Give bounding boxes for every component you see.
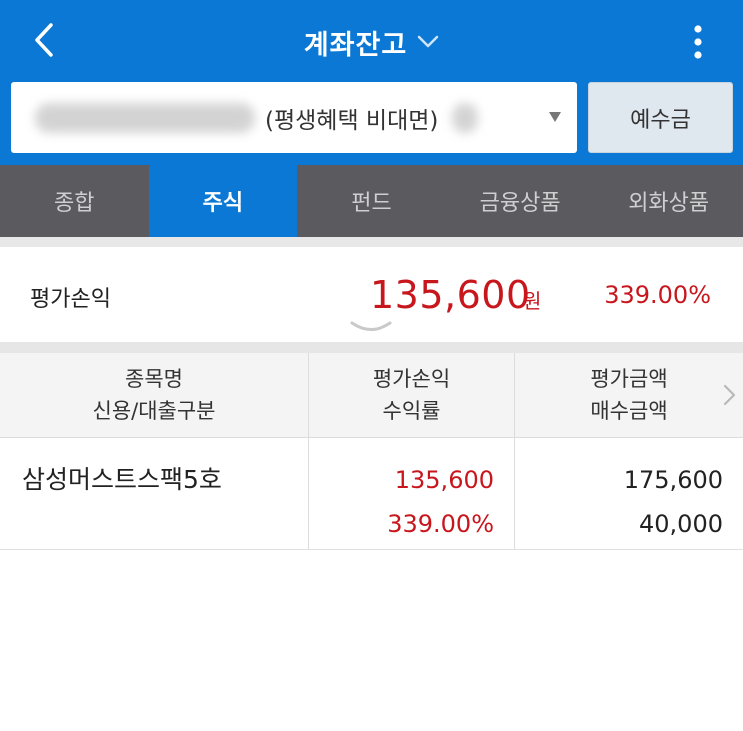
stock-eval-amount: 175,600 bbox=[623, 466, 723, 494]
tab-funds[interactable]: 펀드 bbox=[297, 165, 446, 237]
chevron-down-icon bbox=[417, 35, 439, 48]
chevron-left-icon bbox=[35, 23, 53, 57]
masked-account-suffix bbox=[452, 102, 479, 133]
stock-name: 삼성머스트스팩5호 bbox=[22, 465, 222, 494]
collapse-handle[interactable] bbox=[350, 319, 392, 333]
column-header-amount: 평가금액 매수금액 bbox=[590, 367, 668, 423]
holdings-table: 종목명 신용/대출구분 평가손익 수익률 평가금액 매수금액 삼성머스트스팩5호… bbox=[0, 353, 743, 550]
summary-return-rate: 339.00% bbox=[604, 281, 711, 309]
category-tabs: 종합 주식 펀드 금융상품 외화상품 bbox=[0, 165, 743, 237]
more-menu-button[interactable] bbox=[683, 20, 713, 64]
column-header-profit: 평가손익 수익률 bbox=[309, 353, 515, 437]
tab-stocks[interactable]: 주식 bbox=[148, 165, 298, 237]
page-title[interactable]: 계좌잔고 bbox=[304, 23, 407, 62]
summary-unit: 원 bbox=[523, 289, 542, 313]
back-button[interactable] bbox=[22, 18, 66, 62]
title-dropdown[interactable] bbox=[417, 35, 439, 49]
tab-foreign-currency-products[interactable]: 외화상품 bbox=[594, 165, 743, 237]
summary-label: 평가손익 bbox=[30, 287, 111, 312]
next-columns-button[interactable] bbox=[721, 383, 737, 407]
chevron-down-icon bbox=[350, 321, 392, 331]
deposit-button[interactable]: 예수금 bbox=[588, 82, 733, 153]
account-type-label: (평생혜택 비대면) bbox=[265, 107, 439, 134]
profit-summary: 평가손익 135,600 원 339.00% bbox=[0, 247, 743, 342]
tab-overview[interactable]: 종합 bbox=[0, 165, 149, 237]
more-vertical-icon bbox=[694, 25, 702, 59]
summary-profit-value: 135,600 bbox=[370, 273, 531, 317]
table-row[interactable]: 삼성머스트스팩5호 135,600 339.00% 175,600 40,000 bbox=[0, 438, 743, 550]
stock-return-rate: 339.00% bbox=[387, 510, 494, 538]
caret-down-icon bbox=[549, 112, 561, 122]
stock-buy-amount: 40,000 bbox=[639, 510, 723, 538]
table-header: 종목명 신용/대출구분 평가손익 수익률 평가금액 매수금액 bbox=[0, 353, 743, 438]
app-header: 계좌잔고 (평생혜택 비대면) 예수금 bbox=[0, 0, 743, 165]
stock-profit: 135,600 bbox=[394, 466, 494, 494]
column-header-name: 종목명 신용/대출구분 bbox=[0, 353, 309, 437]
chevron-right-icon bbox=[723, 384, 736, 406]
account-select[interactable]: (평생혜택 비대면) bbox=[11, 82, 577, 153]
tabs-divider bbox=[0, 237, 743, 247]
section-divider bbox=[0, 342, 743, 353]
masked-account-number bbox=[35, 102, 255, 133]
tab-financial-products[interactable]: 금융상품 bbox=[446, 165, 595, 237]
